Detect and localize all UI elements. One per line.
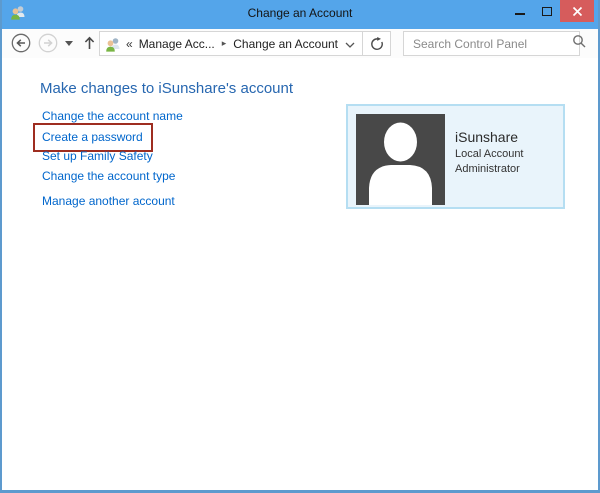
- breadcrumb-separator-icon[interactable]: ▸: [222, 38, 227, 49]
- close-button[interactable]: [560, 0, 594, 22]
- link-change-account-type[interactable]: Change the account type: [42, 169, 175, 183]
- refresh-icon: [370, 37, 384, 51]
- account-name: iSunshare: [455, 128, 524, 147]
- up-button[interactable]: [82, 35, 97, 56]
- account-role: Administrator: [455, 162, 524, 177]
- navigation-toolbar: « Manage Acc... ▸ Change an Account: [2, 29, 598, 58]
- page-title: Make changes to iSunshare's account: [40, 80, 293, 97]
- link-set-up-family-safety[interactable]: Set up Family Safety: [42, 149, 153, 163]
- minimize-button[interactable]: [506, 0, 533, 22]
- link-create-password[interactable]: Create a password: [42, 130, 143, 144]
- breadcrumb-parent[interactable]: Manage Acc...: [139, 37, 215, 51]
- link-manage-another-account[interactable]: Manage another account: [42, 194, 175, 208]
- user-silhouette-icon: [356, 114, 445, 205]
- change-account-window: Change an Account: [0, 0, 600, 493]
- account-info: iSunshare Local Account Administrator: [455, 128, 524, 177]
- main-content: Make changes to iSunshare's account Chan…: [2, 58, 598, 490]
- window-controls: [506, 0, 594, 22]
- maximize-icon: [542, 7, 552, 16]
- breadcrumb-current[interactable]: Change an Account: [233, 37, 338, 51]
- maximize-button[interactable]: [533, 0, 560, 22]
- highlight-box: Create a password: [33, 123, 153, 152]
- address-bar[interactable]: « Manage Acc... ▸ Change an Account: [99, 31, 391, 56]
- link-change-account-name[interactable]: Change the account name: [42, 109, 183, 123]
- account-card: iSunshare Local Account Administrator: [346, 104, 565, 209]
- search-icon[interactable]: [572, 34, 586, 53]
- minimize-icon: [515, 13, 525, 15]
- user-accounts-breadcrumb-icon: [105, 36, 121, 52]
- back-button[interactable]: [11, 33, 31, 53]
- breadcrumb-overflow-button[interactable]: «: [126, 37, 133, 51]
- account-type: Local Account: [455, 147, 524, 162]
- search-box[interactable]: [403, 31, 580, 56]
- address-dropdown-icon[interactable]: [338, 31, 362, 57]
- titlebar[interactable]: Change an Account: [2, 0, 598, 29]
- close-icon: [572, 6, 583, 17]
- search-input[interactable]: [404, 37, 572, 51]
- forward-button[interactable]: [38, 33, 58, 53]
- avatar: [356, 114, 445, 205]
- recent-pages-dropdown-icon[interactable]: [65, 41, 73, 46]
- refresh-button[interactable]: [363, 32, 390, 55]
